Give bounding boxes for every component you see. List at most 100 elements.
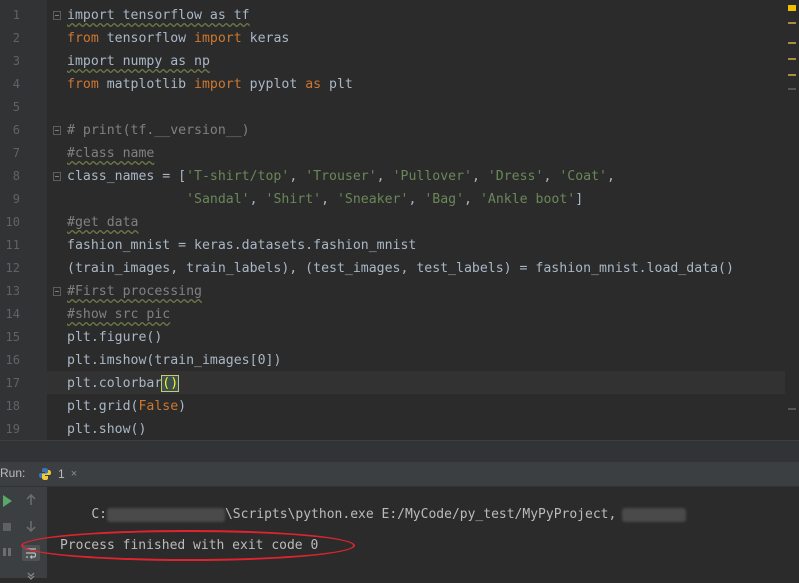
panel-divider[interactable] [0,440,799,463]
code-token: 'T-shirt/top' [186,169,290,184]
code-line[interactable]: plt.show() [67,418,146,441]
code-token: False [138,399,179,414]
code-token: plt.grid( [67,399,139,414]
code-token: #class name [67,146,155,161]
code-line[interactable]: (train_images, train_labels), (test_imag… [67,257,734,280]
code-line[interactable]: 'Sandal', 'Shirt', 'Sneaker', 'Bag', 'An… [67,188,583,211]
line-number: 11 [5,238,20,252]
code-token: (train_images, train_labels), (test_imag… [67,261,734,276]
fold-toggle-icon[interactable] [53,126,61,135]
console-toolbar [0,487,47,580]
code-line[interactable]: plt.imshow(train_images[0]) [67,349,281,372]
code-token: from [67,77,99,92]
code-token: 'Pullover' [392,169,472,184]
line-number: 15 [5,330,20,344]
code-line[interactable]: import numpy as np [67,50,210,73]
code-token: , [543,169,560,184]
code-token: () [161,375,180,392]
line-number: 3 [12,54,20,68]
code-token: pyplot [241,77,306,92]
down-arrow-icon[interactable] [24,519,38,533]
code-token: , [249,192,266,207]
line-number: 16 [5,353,20,367]
code-token: plt [321,77,353,92]
code-line[interactable]: fashion_mnist = keras.datasets.fashion_m… [67,234,416,257]
fold-toggle-icon[interactable] [53,11,61,20]
warning-marker[interactable] [788,5,796,11]
line-number: 9 [12,192,20,206]
code-line[interactable]: #show src pic [67,303,170,326]
line-number: 19 [5,422,20,436]
code-line[interactable]: plt.colorbar() [67,372,180,395]
code-token: , [464,192,480,207]
code-token: import [194,77,242,92]
code-line[interactable]: #First processing [67,280,202,303]
code-token: , [321,192,337,207]
warning-marker[interactable] [788,42,796,44]
warning-marker[interactable] [788,74,796,76]
line-number: 12 [5,261,20,275]
redacted-path [106,507,225,522]
code-token: # print(tf.__version__) [67,123,250,138]
code-token: plt.show() [67,422,147,437]
code-token: fashion_mnist = keras.datasets.fashion_m… [67,238,417,253]
up-arrow-icon[interactable] [24,493,38,507]
code-line[interactable]: from matplotlib import pyplot as plt [67,73,353,96]
editor-scrollbar[interactable] [785,0,799,440]
run-toolbar: Run: 1 × [0,462,799,487]
command-comma: , [608,507,617,522]
code-token: tensorflow [98,31,195,46]
rerun-icon[interactable] [0,494,14,508]
line-number: 17 [5,376,20,390]
line-number: 8 [12,169,20,183]
code-token: 'Bag' [424,192,465,207]
code-line[interactable]: plt.figure() [67,326,162,349]
line-number: 10 [5,215,20,229]
code-line[interactable]: from tensorflow import keras [67,27,289,50]
line-number: 2 [12,31,20,45]
code-token: 'Sneaker' [336,192,409,207]
code-token: , [408,192,425,207]
code-token: keras [241,31,290,46]
code-token: #get data [67,215,139,230]
warning-marker[interactable] [788,22,796,24]
line-number: 5 [12,100,20,114]
line-number: 18 [5,399,20,413]
code-token: 'Ankle boot' [479,192,576,207]
code-token: 0 [257,353,266,368]
scroll-end-icon[interactable] [24,569,38,583]
fold-toggle-icon[interactable] [53,287,61,296]
code-line[interactable]: class_names = ['T-shirt/top', 'Trouser',… [67,165,615,188]
command-text: \Scripts\python.exe E:/MyCode/py_test/My… [224,507,609,522]
code-token: , [289,169,306,184]
pause-icon[interactable] [0,545,14,559]
line-number: 1 [12,8,20,22]
code-editor[interactable]: 1 2 3 4 5 6 7 8 9 10 11 12 13 14 15 16 17 18 19 import ten… [0,0,799,440]
code-token: ] [575,192,584,207]
warning-marker[interactable] [788,58,796,60]
marker[interactable] [788,408,796,410]
close-icon[interactable]: × [71,468,77,480]
run-tab[interactable]: 1 × [38,464,77,484]
code-line[interactable]: #class name [67,142,154,165]
code-token: 'Coat' [559,169,607,184]
line-number: 13 [5,284,20,298]
fold-toggle-icon[interactable] [53,172,61,181]
code-token: 'Dress' [487,169,544,184]
code-token: 'Shirt' [265,192,322,207]
code-line[interactable]: # print(tf.__version__) [67,119,250,142]
code-token: matplotlib [98,77,195,92]
stop-icon[interactable] [0,520,14,534]
code-line[interactable]: plt.grid(False) [67,395,186,418]
code-token: 'Trouser' [305,169,377,184]
marker[interactable] [788,88,796,90]
redacted-path [622,507,687,522]
code-line[interactable]: import tensorflow as tf [67,4,250,27]
line-number-gutter: 1 2 3 4 5 6 7 8 9 10 11 12 13 14 15 16 17 18 19 [0,0,47,440]
code-line[interactable]: #get data [67,211,138,234]
code-token: , [606,169,615,184]
line-number: 4 [12,77,20,91]
annotation-ellipse [21,530,355,561]
code-token: #First processing [67,284,202,299]
